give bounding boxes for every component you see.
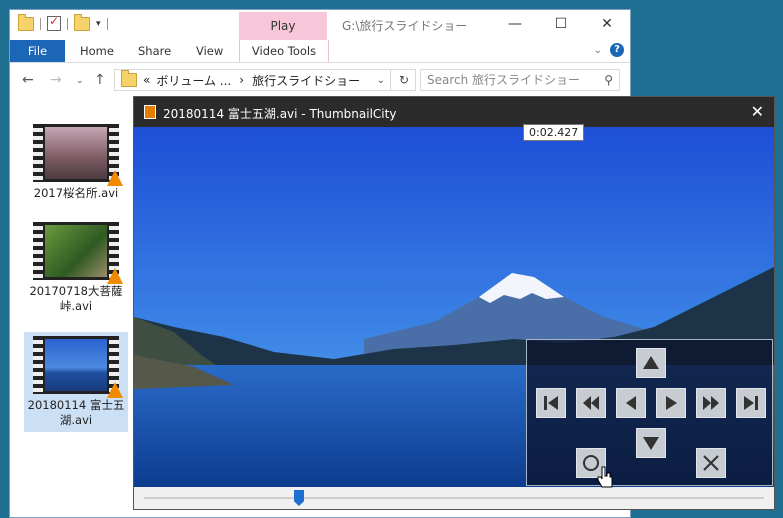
folder-icon bbox=[121, 70, 137, 87]
properties-check-icon[interactable] bbox=[47, 14, 61, 31]
skip-last-icon[interactable] bbox=[736, 388, 766, 418]
address-bar-row: ← → ⌄ ↑ « ボリューム ... › 旅行スライドショー ⌄ ↻ Sear… bbox=[10, 63, 630, 97]
time-tooltip: 0:02.427 bbox=[523, 124, 585, 141]
tab-file[interactable]: File bbox=[10, 40, 65, 62]
search-icon: ⚲ bbox=[604, 73, 613, 87]
skip-first-icon[interactable] bbox=[536, 388, 566, 418]
close-icon[interactable]: ✕ bbox=[751, 102, 764, 121]
file-item-selected[interactable]: 20180114 富士五湖.avi bbox=[24, 332, 128, 432]
explorer-titlebar: ▾ Play G:\旅行スライドショー — ☐ ✕ bbox=[10, 10, 630, 40]
thumbnailcity-titlebar: 20180114 富士五湖.avi - ThumbnailCity ✕ bbox=[134, 97, 774, 127]
hand-cursor-icon bbox=[597, 466, 613, 488]
ribbon-right-controls: ⌄ ? bbox=[594, 43, 624, 57]
qat-separator bbox=[67, 17, 68, 30]
tab-home[interactable]: Home bbox=[80, 40, 114, 62]
address-input[interactable]: « ボリューム ... › 旅行スライドショー ⌄ bbox=[114, 69, 416, 91]
folder-icon bbox=[18, 13, 34, 31]
minimize-icon[interactable]: — bbox=[492, 10, 538, 38]
film-strip bbox=[33, 336, 43, 394]
video-thumbnail bbox=[33, 124, 123, 186]
breadcrumb-folder[interactable]: 旅行スライドショー bbox=[252, 72, 360, 89]
help-icon[interactable]: ? bbox=[610, 43, 624, 57]
up-arrow-icon[interactable] bbox=[636, 348, 666, 378]
down-arrow-icon[interactable] bbox=[636, 428, 666, 458]
file-name: 20180114 富士五湖.avi bbox=[27, 398, 125, 427]
film-strip bbox=[33, 124, 43, 182]
back-arrow-icon[interactable]: ← bbox=[22, 72, 34, 88]
file-name: 20170718大菩薩峠.avi bbox=[29, 284, 123, 313]
seek-bar[interactable] bbox=[134, 487, 774, 509]
step-back-icon[interactable] bbox=[616, 388, 646, 418]
file-item[interactable]: 2017桜名所.avi bbox=[24, 124, 128, 201]
address-dropdown-icon[interactable]: ⌄ bbox=[377, 75, 385, 86]
window-title: G:\旅行スライドショー bbox=[342, 19, 468, 33]
seek-thumb[interactable] bbox=[294, 490, 304, 506]
video-thumbnail bbox=[33, 336, 123, 398]
playback-control-panel bbox=[526, 339, 773, 486]
file-name: 2017桜名所.avi bbox=[33, 186, 119, 200]
file-item[interactable]: 20170718大菩薩峠.avi bbox=[24, 222, 128, 314]
window-controls: — ☐ ✕ bbox=[492, 10, 630, 38]
seek-track[interactable] bbox=[144, 497, 764, 499]
quick-access-toolbar: ▾ bbox=[18, 13, 108, 31]
window-title: 20180114 富士五湖.avi - ThumbnailCity bbox=[163, 107, 397, 121]
fast-forward-icon[interactable] bbox=[696, 388, 726, 418]
breadcrumb-volume[interactable]: ボリューム ... bbox=[156, 72, 231, 89]
expand-ribbon-icon[interactable]: ⌄ bbox=[594, 45, 602, 56]
play-icon[interactable] bbox=[656, 388, 686, 418]
forward-arrow-icon[interactable]: → bbox=[50, 72, 62, 88]
close-icon[interactable]: ✕ bbox=[584, 10, 630, 38]
search-placeholder: Search 旅行スライドショー bbox=[427, 73, 581, 87]
up-arrow-icon[interactable]: ↑ bbox=[94, 72, 106, 88]
film-strip bbox=[33, 222, 43, 280]
rewind-icon[interactable] bbox=[576, 388, 606, 418]
qat-separator bbox=[106, 17, 108, 30]
vlc-cone-icon bbox=[107, 268, 123, 284]
vlc-cone-icon bbox=[107, 170, 123, 186]
tab-video-tools[interactable]: Video Tools bbox=[239, 40, 329, 62]
breadcrumb-separator: › bbox=[239, 73, 245, 87]
breadcrumb-overflow[interactable]: « bbox=[143, 73, 150, 87]
qat-dropdown-icon[interactable]: ▾ bbox=[96, 19, 101, 29]
thumbnail-image bbox=[45, 225, 107, 277]
maximize-icon[interactable]: ☐ bbox=[538, 10, 584, 38]
qat-separator bbox=[40, 17, 41, 30]
recent-dropdown-icon[interactable]: ⌄ bbox=[76, 76, 84, 86]
close-x-icon[interactable] bbox=[696, 448, 726, 478]
tab-view[interactable]: View bbox=[196, 40, 223, 62]
search-input[interactable]: Search 旅行スライドショー ⚲ bbox=[420, 69, 620, 91]
refresh-icon[interactable]: ↻ bbox=[390, 69, 417, 91]
vlc-cone-icon bbox=[107, 382, 123, 398]
video-file-icon bbox=[144, 105, 156, 119]
thumbnail-image bbox=[45, 127, 107, 179]
ribbon-tabs: File Home Share View Video Tools ⌄ ? bbox=[10, 40, 630, 63]
thumbnail-image bbox=[45, 339, 107, 391]
video-thumbnail bbox=[33, 222, 123, 284]
contextual-tab-play[interactable]: Play bbox=[239, 12, 327, 40]
new-folder-icon[interactable] bbox=[74, 13, 90, 31]
tab-share[interactable]: Share bbox=[138, 40, 171, 62]
